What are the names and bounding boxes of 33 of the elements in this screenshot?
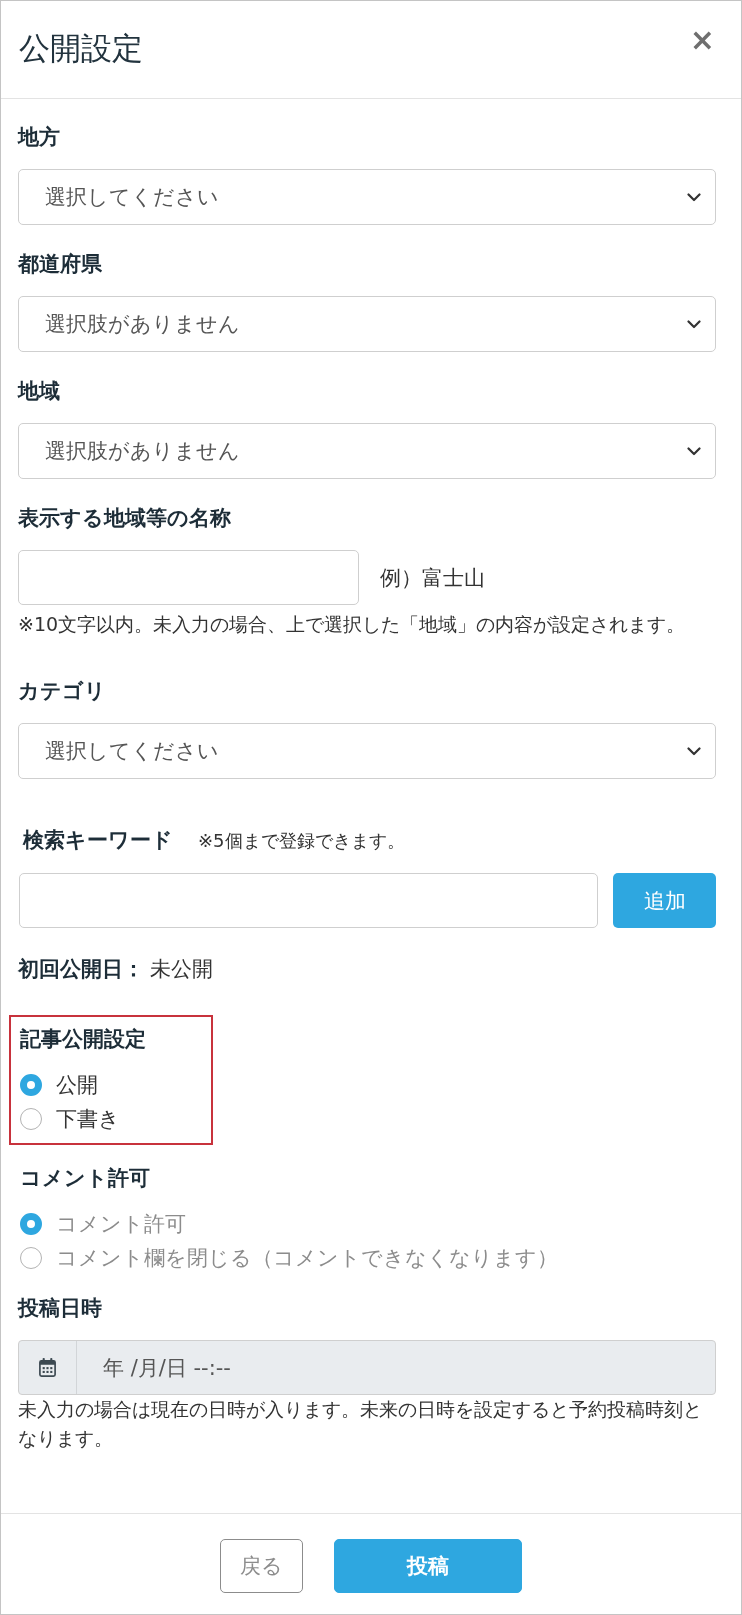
dropdown[interactable]: 選択肢がありません	[18, 296, 716, 352]
field-label: 地方	[18, 124, 61, 151]
hint-text: 未入力の場合は現在の日時が入ります。未来の日時を設定すると予約投稿時刻となります。	[18, 1397, 703, 1451]
chevron-down-icon	[687, 192, 701, 202]
field-label: カテゴリ	[18, 678, 107, 705]
calendar-icon	[39, 1358, 56, 1377]
example-text: 例）富士山	[380, 564, 485, 592]
chevron-down-icon	[687, 746, 701, 756]
option-label[interactable]: 公開	[56, 1071, 98, 1099]
chevron-down-icon	[687, 446, 701, 456]
field-label: 都道府県	[18, 251, 103, 278]
field-label: 表示する地域等の名称	[18, 505, 232, 532]
radio-button[interactable]	[20, 1108, 42, 1130]
option-label[interactable]: 下書き	[56, 1105, 120, 1133]
info-label: 初回公開日：	[18, 956, 144, 983]
dropdown[interactable]: 選択してください	[18, 723, 716, 779]
field-label: コメント許可	[20, 1165, 150, 1192]
radio-button[interactable]	[20, 1074, 42, 1096]
hint-text: ※5個まで登録できます。	[198, 829, 405, 853]
field-label: 検索キーワード	[23, 827, 173, 854]
keyword-input[interactable]	[19, 873, 598, 928]
close-button[interactable]: ×	[687, 25, 717, 55]
field-label: 投稿日時	[18, 1295, 103, 1322]
dropdown[interactable]: 選択してください	[18, 169, 716, 225]
dialog-title: 公開設定	[19, 29, 143, 68]
field-label: 記事公開設定	[20, 1026, 146, 1053]
back-button[interactable]: 戻る	[220, 1539, 303, 1593]
hint-text: ※10文字以内。未入力の場合、上で選択した「地域」の内容が設定されます。	[18, 612, 687, 637]
info-value: 未公開	[150, 956, 213, 983]
chevron-down-icon	[687, 319, 701, 329]
text-input[interactable]	[18, 550, 359, 605]
dropdown[interactable]: 選択肢がありません	[18, 423, 716, 479]
field-label: 地域	[18, 378, 61, 405]
